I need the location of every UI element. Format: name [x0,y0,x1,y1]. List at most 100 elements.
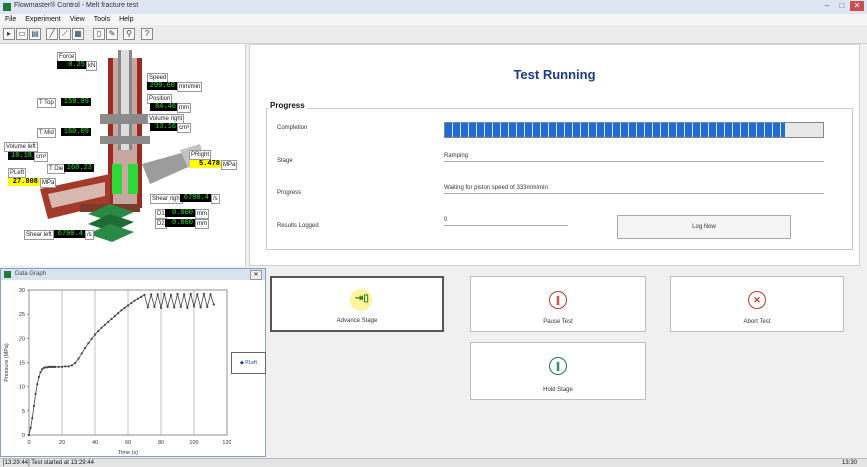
force-unit: kN [86,61,98,71]
data-point [163,292,166,295]
maximize-icon[interactable]: □ [835,1,849,11]
shear-right-unit: /s [211,194,220,204]
data-point [173,306,176,309]
save-icon[interactable]: ▤ [29,28,41,40]
data-point [77,357,80,360]
shear-left-label: Shear left [24,230,54,240]
position-value: 84.46 [150,103,178,111]
p-right-unit: MPa [221,160,238,170]
data-point [192,305,196,308]
test-status-title: Test Running [513,67,596,82]
test-panel: Test Running Progress Completion Stage R… [249,44,860,266]
data-point [100,326,103,329]
d1-value: 0.000 [165,209,195,217]
x-tick-label: 80 [158,440,164,446]
data-point [117,312,120,315]
data-graph-title: Data Graph [15,271,47,277]
volume-left-label: Volume left [4,142,38,152]
p-right-value: 5.478 [190,160,222,168]
x-tick-label: 100 [189,440,198,446]
abort-icon: ✕ [748,291,766,309]
data-point [159,306,163,309]
hold-stage-button[interactable]: ∥ Hold Stage [470,342,646,400]
help-icon[interactable]: ? [141,28,153,40]
data-point [31,416,34,420]
data-point [113,315,116,318]
pause-test-label: Pause Test [543,319,573,325]
log-now-button[interactable]: Log Now [617,215,791,239]
hold-stage-label: Hold Stage [543,387,573,393]
graph-close-icon[interactable]: ✕ [250,270,262,280]
shear-left-value: 6790.4 [54,230,85,238]
app-icon [3,3,11,11]
speed-value: 209.60 [147,82,177,90]
menu-tools[interactable]: Tools [94,14,110,25]
progress-value: Waiting for piston speed of 333mm/min [444,185,824,194]
menu-view[interactable]: View [70,14,85,25]
t-top-value: 159.89 [61,98,91,106]
d1-unit: mm [195,209,209,219]
advance-stage-button[interactable]: ⇥▯ Advance Stage [270,276,444,332]
data-point [37,375,41,379]
pause-test-button[interactable]: ∥ Pause Test [470,276,646,332]
p-left-unit: MPa [40,178,57,188]
completion-progress-fill [445,123,786,137]
open-icon[interactable]: ▭ [16,28,28,40]
t-die-value: 160.23 [64,164,94,172]
minimize-icon[interactable]: – [820,1,834,11]
menu-file[interactable]: File [5,14,16,25]
data-point [126,304,130,307]
data-point [143,293,146,296]
x-tick-label: 0 [27,440,30,446]
data-point [146,306,149,309]
data-point [153,305,156,309]
p-left-label: PLeft [8,168,27,178]
data-point [60,365,64,368]
data-point [186,306,189,309]
x-axis-label: Time (s) [118,450,138,456]
table-icon[interactable]: ▦ [72,28,84,40]
new-icon[interactable]: ▸ [3,28,15,40]
window-controls: – □ ✕ [820,1,864,13]
volume-right-value: 13.16 [150,123,178,131]
volume-left-unit: cm³ [34,152,48,162]
toolbar: ▸ ▭ ▤ ╱ ⟋ ▦ ▯ ✎ ⚲ ? [0,26,867,44]
trend-icon[interactable]: ⟋ [59,28,71,40]
data-point [206,305,209,309]
pressure-chart: 0 20 40 60 80 100 120 0 5 10 15 20 25 30 Time (s) Press… [4,288,231,456]
data-point [120,309,123,312]
y-tick-label: 25 [19,312,25,318]
data-graph-title-bar[interactable]: Data Graph [1,269,265,280]
shear-right-label: Shear right [150,194,184,204]
edit-icon[interactable]: ✎ [106,28,118,40]
position-unit: mm [177,103,191,113]
menu-experiment[interactable]: Experiment [25,14,60,25]
data-point [189,292,192,295]
data-point [93,333,97,336]
title-bar: Flowmaster® Control - Melt fracture test… [0,0,867,15]
data-graph-window[interactable]: Data Graph ✕ 0 20 40 60 80 100 120 0 5 10 15 20 25 30… [0,268,266,457]
data-point [212,303,215,306]
chart-icon[interactable]: ╱ [46,28,58,40]
data-point [169,293,172,296]
tools-icon[interactable]: ⚲ [123,28,135,40]
stage-value: Ramping [444,153,824,162]
menu-bar: File Experiment View Tools Help [0,14,867,25]
shear-right-value: 6790.4 [180,194,211,202]
data-point [130,301,133,305]
close-icon[interactable]: ✕ [850,1,864,11]
completion-progress-bar [444,122,824,138]
report-icon[interactable]: ▯ [93,28,105,40]
data-point [67,365,70,368]
data-point [150,293,153,296]
abort-test-button[interactable]: ✕ Abort Test [670,276,844,332]
data-point [39,371,42,374]
data-point [41,368,44,371]
data-point [202,292,205,295]
data-point [97,329,100,333]
d2-unit: mm [195,219,209,229]
data-point [179,305,182,309]
data-point [27,433,31,437]
menu-help[interactable]: Help [119,14,133,25]
shear-left-unit: /s [85,230,94,240]
